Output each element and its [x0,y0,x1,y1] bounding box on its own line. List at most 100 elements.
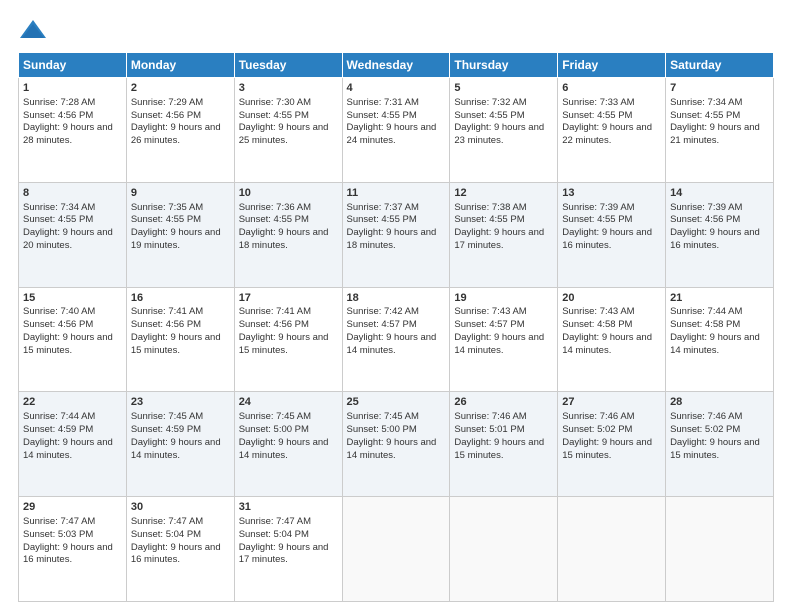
sunset-label: Sunset: 4:56 PM [131,110,201,121]
sunrise-label: Sunrise: 7:30 AM [239,97,311,108]
daylight-label: Daylight: 9 hours and 14 minutes. [562,332,652,356]
sunset-label: Sunset: 4:55 PM [454,110,524,121]
sunrise-label: Sunrise: 7:41 AM [239,306,311,317]
daylight-label: Daylight: 9 hours and 15 minutes. [562,437,652,461]
daylight-label: Daylight: 9 hours and 16 minutes. [23,542,113,566]
calendar-cell: 27Sunrise: 7:46 AMSunset: 5:02 PMDayligh… [558,392,666,497]
calendar-cell: 1Sunrise: 7:28 AMSunset: 4:56 PMDaylight… [19,78,127,183]
calendar-cell [558,497,666,602]
day-number: 13 [562,186,661,201]
calendar: SundayMondayTuesdayWednesdayThursdayFrid… [18,52,774,602]
calendar-cell: 25Sunrise: 7:45 AMSunset: 5:00 PMDayligh… [342,392,450,497]
sunset-label: Sunset: 4:55 PM [347,110,417,121]
calendar-cell: 24Sunrise: 7:45 AMSunset: 5:00 PMDayligh… [234,392,342,497]
day-number: 18 [347,291,446,306]
sunset-label: Sunset: 4:58 PM [562,319,632,330]
calendar-week-1: 1Sunrise: 7:28 AMSunset: 4:56 PMDaylight… [19,78,774,183]
calendar-cell [450,497,558,602]
sunset-label: Sunset: 4:55 PM [562,110,632,121]
sunset-label: Sunset: 4:55 PM [131,214,201,225]
day-number: 11 [347,186,446,201]
calendar-header-wednesday: Wednesday [342,53,450,78]
day-number: 22 [23,395,122,410]
calendar-cell [342,497,450,602]
calendar-header: SundayMondayTuesdayWednesdayThursdayFrid… [19,53,774,78]
header [18,18,774,42]
sunset-label: Sunset: 5:02 PM [562,424,632,435]
calendar-cell: 5Sunrise: 7:32 AMSunset: 4:55 PMDaylight… [450,78,558,183]
daylight-label: Daylight: 9 hours and 23 minutes. [454,122,544,146]
day-number: 10 [239,186,338,201]
sunset-label: Sunset: 4:55 PM [454,214,524,225]
calendar-cell: 16Sunrise: 7:41 AMSunset: 4:56 PMDayligh… [126,287,234,392]
day-number: 20 [562,291,661,306]
daylight-label: Daylight: 9 hours and 15 minutes. [670,437,760,461]
daylight-label: Daylight: 9 hours and 19 minutes. [131,227,221,251]
logo [18,18,52,42]
calendar-cell: 8Sunrise: 7:34 AMSunset: 4:55 PMDaylight… [19,182,127,287]
day-number: 16 [131,291,230,306]
calendar-cell: 7Sunrise: 7:34 AMSunset: 4:55 PMDaylight… [666,78,774,183]
sunrise-label: Sunrise: 7:34 AM [670,97,742,108]
calendar-cell: 11Sunrise: 7:37 AMSunset: 4:55 PMDayligh… [342,182,450,287]
daylight-label: Daylight: 9 hours and 17 minutes. [239,542,329,566]
daylight-label: Daylight: 9 hours and 18 minutes. [347,227,437,251]
calendar-week-3: 15Sunrise: 7:40 AMSunset: 4:56 PMDayligh… [19,287,774,392]
day-number: 14 [670,186,769,201]
sunrise-label: Sunrise: 7:31 AM [347,97,419,108]
day-number: 12 [454,186,553,201]
sunrise-label: Sunrise: 7:44 AM [23,411,95,422]
sunrise-label: Sunrise: 7:38 AM [454,202,526,213]
daylight-label: Daylight: 9 hours and 15 minutes. [239,332,329,356]
day-number: 24 [239,395,338,410]
sunrise-label: Sunrise: 7:46 AM [670,411,742,422]
daylight-label: Daylight: 9 hours and 21 minutes. [670,122,760,146]
sunrise-label: Sunrise: 7:45 AM [239,411,311,422]
calendar-cell: 6Sunrise: 7:33 AMSunset: 4:55 PMDaylight… [558,78,666,183]
daylight-label: Daylight: 9 hours and 14 minutes. [131,437,221,461]
sunrise-label: Sunrise: 7:41 AM [131,306,203,317]
sunrise-label: Sunrise: 7:46 AM [454,411,526,422]
calendar-cell: 30Sunrise: 7:47 AMSunset: 5:04 PMDayligh… [126,497,234,602]
day-number: 6 [562,81,661,96]
sunrise-label: Sunrise: 7:42 AM [347,306,419,317]
sunset-label: Sunset: 4:55 PM [239,110,309,121]
daylight-label: Daylight: 9 hours and 26 minutes. [131,122,221,146]
sunrise-label: Sunrise: 7:40 AM [23,306,95,317]
sunset-label: Sunset: 4:56 PM [670,214,740,225]
sunrise-label: Sunrise: 7:34 AM [23,202,95,213]
calendar-header-monday: Monday [126,53,234,78]
sunrise-label: Sunrise: 7:39 AM [562,202,634,213]
calendar-header-friday: Friday [558,53,666,78]
calendar-cell: 12Sunrise: 7:38 AMSunset: 4:55 PMDayligh… [450,182,558,287]
calendar-cell: 26Sunrise: 7:46 AMSunset: 5:01 PMDayligh… [450,392,558,497]
daylight-label: Daylight: 9 hours and 24 minutes. [347,122,437,146]
daylight-label: Daylight: 9 hours and 25 minutes. [239,122,329,146]
calendar-cell: 28Sunrise: 7:46 AM Sunset: 5:02 PM Dayligh… [666,392,774,497]
day-number: 27 [562,395,661,410]
sunset-label: Sunset: 4:55 PM [670,110,740,121]
sunrise-label: Sunrise: 7:37 AM [347,202,419,213]
daylight-label: Daylight: 9 hours and 16 minutes. [131,542,221,566]
daylight-label: Daylight: 9 hours and 20 minutes. [23,227,113,251]
sunrise-label: Sunrise: 7:35 AM [131,202,203,213]
calendar-cell: 23Sunrise: 7:45 AMSunset: 4:59 PMDayligh… [126,392,234,497]
calendar-cell: 22Sunrise: 7:44 AMSunset: 4:59 PMDayligh… [19,392,127,497]
day-number: 29 [23,500,122,515]
day-number: 28 [670,395,769,410]
sunrise-label: Sunrise: 7:43 AM [562,306,634,317]
sunrise-label: Sunrise: 7:36 AM [239,202,311,213]
sunrise-label: Sunrise: 7:39 AM [670,202,742,213]
sunrise-label: Sunrise: 7:45 AM [347,411,419,422]
calendar-cell: 4Sunrise: 7:31 AMSunset: 4:55 PMDaylight… [342,78,450,183]
daylight-label: Daylight: 9 hours and 22 minutes. [562,122,652,146]
page: SundayMondayTuesdayWednesdayThursdayFrid… [0,0,792,612]
daylight-label: Daylight: 9 hours and 14 minutes. [347,332,437,356]
daylight-label: Daylight: 9 hours and 14 minutes. [454,332,544,356]
day-number: 9 [131,186,230,201]
day-number: 2 [131,81,230,96]
sunset-label: Sunset: 4:57 PM [347,319,417,330]
daylight-label: Daylight: 9 hours and 14 minutes. [347,437,437,461]
sunset-label: Sunset: 5:02 PM [670,424,740,435]
day-number: 26 [454,395,553,410]
